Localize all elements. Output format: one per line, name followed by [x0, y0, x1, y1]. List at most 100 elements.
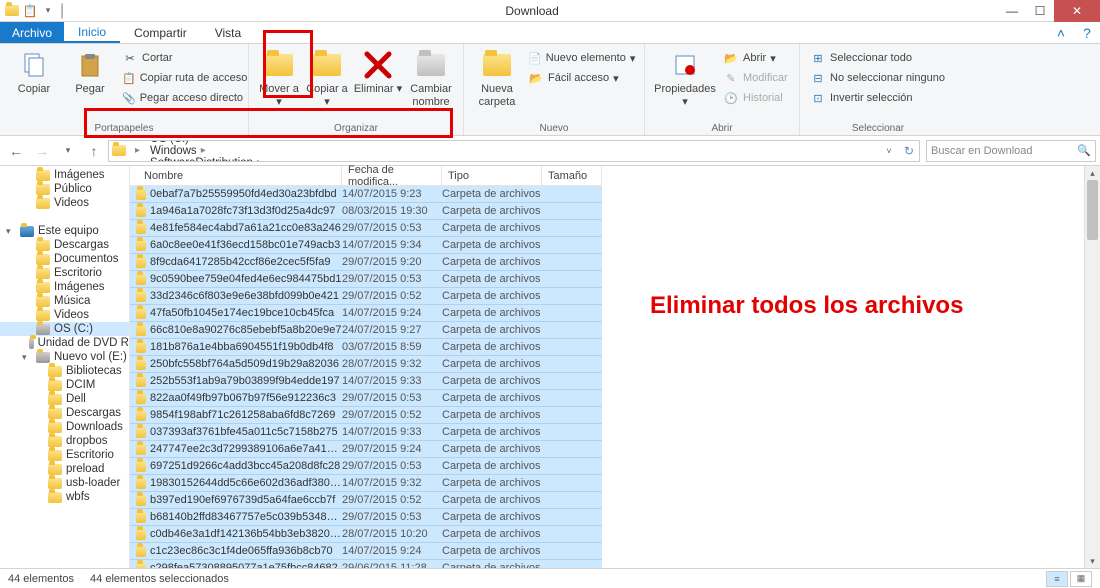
- sidebar-item[interactable]: Público: [0, 182, 129, 196]
- table-row[interactable]: b68140b2ffd83467757e5c039b53489c329/07/2…: [130, 509, 602, 526]
- ribbon-collapse-icon[interactable]: ˄: [1048, 22, 1074, 43]
- nueva-carpeta-button[interactable]: Nueva carpeta: [472, 47, 522, 122]
- table-row[interactable]: 47fa50fb1045e174ec19bce10cb45fca14/07/20…: [130, 305, 602, 322]
- table-row[interactable]: 6a0c8ee0e41f36ecd158bc01e749acb314/07/20…: [130, 237, 602, 254]
- col-type[interactable]: Tipo: [442, 166, 542, 185]
- sidebar-item[interactable]: preload: [0, 462, 129, 476]
- nuevo-elemento-button[interactable]: 📄Nuevo elemento ▾: [526, 49, 636, 67]
- back-button[interactable]: ←: [4, 139, 28, 163]
- table-row[interactable]: c298fea57308895077a1e75fbcc8468229/06/20…: [130, 560, 602, 568]
- table-row[interactable]: 19830152644dd5c66e602d36adf3802614/07/20…: [130, 475, 602, 492]
- sidebar-item[interactable]: DCIM: [0, 378, 129, 392]
- table-row[interactable]: 697251d9266c4add3bcc45a208d8fc2829/07/20…: [130, 458, 602, 475]
- qat-dropdown-icon[interactable]: ▾: [40, 3, 56, 19]
- cortar-button[interactable]: ✂Cortar: [120, 49, 240, 67]
- table-row[interactable]: 252b553f1ab9a79b03899f9b4edde19714/07/20…: [130, 373, 602, 390]
- sidebar-item[interactable]: dropbos: [0, 434, 129, 448]
- facil-acceso-button[interactable]: 📂Fácil acceso ▾: [526, 69, 636, 87]
- table-row[interactable]: 250bfc558bf764a5d509d19b29a8203628/07/20…: [130, 356, 602, 373]
- sidebar-item[interactable]: Imágenes: [0, 168, 129, 182]
- tab-compartir[interactable]: Compartir: [120, 22, 201, 43]
- sidebar-item[interactable]: wbfs: [0, 490, 129, 504]
- sidebar-item[interactable]: Bibliotecas: [0, 364, 129, 378]
- tab-vista[interactable]: Vista: [201, 22, 255, 43]
- table-row[interactable]: 9c0590bee759e04fed4e6ec984475bd129/07/20…: [130, 271, 602, 288]
- tab-archivo[interactable]: Archivo: [0, 22, 64, 43]
- close-button[interactable]: ✕: [1054, 0, 1100, 22]
- copiar-a-button[interactable]: Copiar a ▾: [305, 47, 349, 122]
- no-seleccionar-button[interactable]: ⊟No seleccionar ninguno: [808, 69, 948, 87]
- sidebar-item[interactable]: ▾Nuevo vol (E:): [0, 350, 129, 364]
- sidebar-item[interactable]: Descargas: [0, 238, 129, 252]
- table-row[interactable]: 037393af3761bfe45a011c5c7158b27514/07/20…: [130, 424, 602, 441]
- column-headers[interactable]: Nombre Fecha de modifica... Tipo Tamaño: [130, 166, 602, 186]
- col-name[interactable]: Nombre: [130, 166, 342, 185]
- invertir-seleccion-button[interactable]: ⊡Invertir selección: [808, 89, 948, 107]
- sidebar-item[interactable]: Unidad de DVD R: [0, 336, 129, 350]
- table-row[interactable]: 8f9cda6417285b42ccf86e2cec5f5fa929/07/20…: [130, 254, 602, 271]
- table-row[interactable]: 9854f198abf71c261258aba6fd8c726929/07/20…: [130, 407, 602, 424]
- forward-button[interactable]: →: [30, 139, 54, 163]
- sidebar-item[interactable]: Escritorio: [0, 448, 129, 462]
- sidebar-item[interactable]: Videos: [0, 196, 129, 210]
- pegar-acceso-button[interactable]: 📎Pegar acceso directo: [120, 89, 240, 107]
- sidebar-item[interactable]: OS (C:): [0, 322, 129, 336]
- copiar-ruta-button[interactable]: 📋Copiar ruta de acceso: [120, 69, 240, 87]
- mover-button[interactable]: Mover a ▾: [257, 47, 301, 122]
- icons-view-button[interactable]: ▦: [1070, 571, 1092, 587]
- table-row[interactable]: 1a946a1a7028fc73f13d3f0d25a4dc9708/03/20…: [130, 203, 602, 220]
- breadcrumb-item[interactable]: SoftwareDistribution ▸: [144, 157, 266, 162]
- table-row[interactable]: 822aa0f49fb97b067b97f56e912236c329/07/20…: [130, 390, 602, 407]
- sidebar-item[interactable]: Descargas: [0, 406, 129, 420]
- pegar-button[interactable]: Pegar: [64, 47, 116, 122]
- copiar-button[interactable]: Copiar: [8, 47, 60, 122]
- table-row[interactable]: 66c810e8a90276c85ebebf5a8b20e9e724/07/20…: [130, 322, 602, 339]
- table-row[interactable]: 247747ee2c3d7299389106a6e7a4194929/07/20…: [130, 441, 602, 458]
- file-list[interactable]: 0ebaf7a7b25559950fd4ed30a23bfdbd14/07/20…: [130, 186, 602, 568]
- sidebar-item[interactable]: Documentos: [0, 252, 129, 266]
- table-row[interactable]: c0db46e3a1df142136b54bb3eb3820bdd28/07/2…: [130, 526, 602, 543]
- maximize-button[interactable]: ☐: [1026, 0, 1054, 22]
- modificar-button[interactable]: ✎Modificar: [721, 69, 791, 87]
- eliminar-button[interactable]: Eliminar ▾: [353, 47, 403, 122]
- sidebar-item[interactable]: usb-loader: [0, 476, 129, 490]
- table-row[interactable]: b397ed190ef6976739d5a64fae6ccb7f29/07/20…: [130, 492, 602, 509]
- tab-inicio[interactable]: Inicio: [64, 22, 120, 43]
- help-icon[interactable]: ?: [1074, 22, 1100, 43]
- search-input[interactable]: Buscar en Download 🔍: [926, 140, 1096, 162]
- sidebar-item[interactable]: Downloads: [0, 420, 129, 434]
- sidebar[interactable]: ImágenesPúblicoVideos▾Este equipoDescarg…: [0, 166, 130, 568]
- scroll-thumb[interactable]: [1087, 180, 1098, 240]
- sidebar-item[interactable]: Imágenes: [0, 280, 129, 294]
- col-size[interactable]: Tamaño: [542, 166, 602, 185]
- sidebar-item[interactable]: ▾Este equipo: [0, 224, 129, 238]
- minimize-button[interactable]: —: [998, 0, 1026, 22]
- up-button[interactable]: ↑: [82, 139, 106, 163]
- table-row[interactable]: 181b876a1e4bba6904551f19b0db4f803/07/201…: [130, 339, 602, 356]
- table-row[interactable]: c1c23ec86c3c1f4de065ffa936b8cb7014/07/20…: [130, 543, 602, 560]
- scroll-up-icon[interactable]: ▴: [1085, 166, 1100, 180]
- col-date[interactable]: Fecha de modifica...: [342, 166, 442, 185]
- abrir-button[interactable]: 📂Abrir ▾: [721, 49, 791, 67]
- breadcrumb-item[interactable]: Windows ▸: [144, 145, 266, 157]
- scrollbar[interactable]: ▴ ▾: [1084, 166, 1100, 568]
- table-row[interactable]: 4e81fe584ec4abd7a61a21cc0e83a24629/07/20…: [130, 220, 602, 237]
- details-view-button[interactable]: ≡: [1046, 571, 1068, 587]
- sidebar-item[interactable]: Escritorio: [0, 266, 129, 280]
- propiedades-button[interactable]: Propiedades ▾: [653, 47, 717, 122]
- scroll-down-icon[interactable]: ▾: [1085, 554, 1100, 568]
- table-row[interactable]: 0ebaf7a7b25559950fd4ed30a23bfdbd14/07/20…: [130, 186, 602, 203]
- cut-qat-icon[interactable]: 📋: [22, 3, 38, 19]
- sidebar-item[interactable]: Videos: [0, 308, 129, 322]
- cambiar-nombre-button[interactable]: Cambiar nombre: [407, 47, 455, 122]
- historial-button[interactable]: 🕑Historial: [721, 89, 791, 107]
- sidebar-item[interactable]: Música: [0, 294, 129, 308]
- seleccionar-todo-button[interactable]: ⊞Seleccionar todo: [808, 49, 948, 67]
- refresh-icon[interactable]: ↻: [899, 144, 919, 158]
- table-row[interactable]: 33d2346c6f803e9e6e38bfd099b0e42129/07/20…: [130, 288, 602, 305]
- crumb-sep[interactable]: ▸: [129, 141, 144, 161]
- recent-dropdown[interactable]: ▾: [56, 139, 80, 163]
- address-bar[interactable]: ▸ Este equipo ▸OS (C:) ▸Windows ▸Softwar…: [108, 140, 920, 162]
- addr-dropdown-icon[interactable]: ˅: [879, 146, 899, 156]
- sidebar-item[interactable]: Dell: [0, 392, 129, 406]
